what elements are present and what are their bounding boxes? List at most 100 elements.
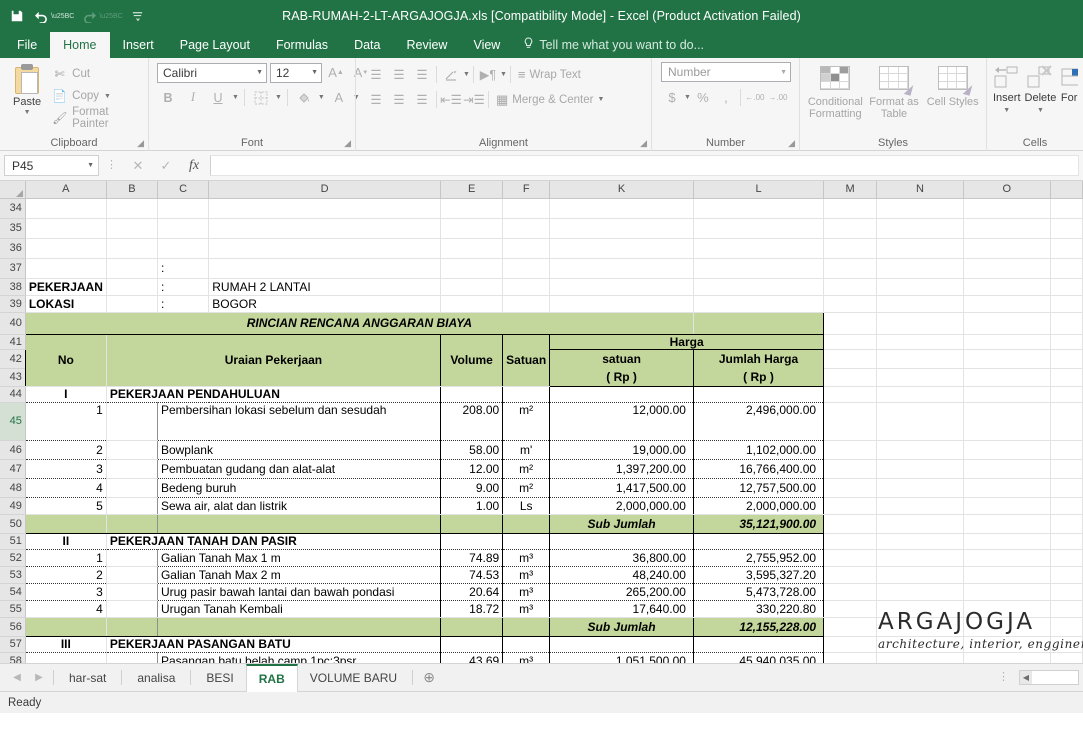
cell[interactable] [549, 258, 694, 279]
cell[interactable] [106, 278, 158, 296]
cell-header-harga[interactable]: Harga [549, 334, 825, 350]
cell[interactable] [876, 478, 964, 498]
select-all-corner[interactable] [0, 181, 26, 199]
enter-formula-icon[interactable]: ✓ [152, 158, 180, 174]
cell-item-volume[interactable]: 9.00 [440, 478, 504, 498]
cell-item-unit[interactable]: m² [502, 402, 551, 441]
underline-button[interactable]: U [207, 87, 229, 108]
increase-decimal-button[interactable]: ← .00 [744, 87, 766, 108]
cell-section-title[interactable]: PEKERJAAN PENDAHULUAN [106, 386, 442, 403]
cell[interactable] [1050, 312, 1083, 335]
cell[interactable] [823, 402, 878, 441]
cell[interactable] [106, 258, 158, 279]
cell[interactable] [963, 198, 1051, 219]
cell[interactable] [963, 368, 1051, 387]
cell[interactable] [1050, 258, 1083, 279]
cell-pekerjaan-label[interactable]: PEKERJAAN [25, 278, 107, 296]
cell[interactable] [963, 459, 1051, 479]
cell[interactable] [876, 402, 964, 441]
cell-section-title[interactable]: PEKERJAAN TANAH DAN PASIR [106, 533, 442, 550]
cell[interactable] [823, 238, 878, 259]
font-name-dropdown-icon[interactable]: ▼ [256, 69, 263, 76]
row-header-51[interactable]: 51 [0, 533, 26, 550]
cell[interactable] [1050, 459, 1083, 479]
cell[interactable] [502, 238, 551, 259]
cell[interactable] [549, 295, 694, 313]
cell-item-no[interactable] [24, 652, 107, 663]
currency-button[interactable]: $ [661, 87, 683, 108]
underline-dropdown-icon[interactable]: ▼ [232, 94, 239, 101]
cell-item-desc[interactable]: Galian Tanah Max 2 m [157, 566, 442, 584]
cell-item-total[interactable]: 330,220.80 [693, 600, 825, 618]
cell[interactable] [963, 238, 1051, 259]
format-as-table-button[interactable]: Format as Table [866, 62, 923, 120]
cell-item-volume[interactable]: 74.53 [440, 566, 504, 584]
cell[interactable] [876, 349, 964, 369]
cell-item-total[interactable]: 16,766,400.00 [693, 459, 825, 479]
cell[interactable] [1050, 218, 1083, 239]
cell[interactable] [876, 334, 964, 350]
cell[interactable] [1050, 533, 1083, 550]
format-painter-button[interactable]: 🖌 Format Painter [49, 106, 143, 130]
decrease-indent-icon[interactable]: ⇤☰ [440, 89, 462, 110]
cell-table-title[interactable]: RINCIAN RENCANA ANGGARAN BIAYA [24, 311, 694, 335]
cell[interactable] [823, 386, 878, 403]
merge-center-dropdown-icon[interactable]: ▼ [597, 96, 604, 103]
cell[interactable] [876, 238, 964, 259]
number-format-dropdown-icon[interactable]: ▼ [780, 69, 787, 76]
cell[interactable] [25, 198, 107, 219]
row-header-55[interactable]: 55 [0, 600, 26, 618]
cell-styles-button[interactable]: Cell Styles [924, 62, 981, 108]
tab-split-handle[interactable]: ⋮ [991, 672, 1016, 683]
insert-cells-dropdown-icon[interactable]: ▼ [1003, 105, 1010, 117]
cell-subtotal-pad[interactable] [24, 616, 107, 637]
cell[interactable] [440, 636, 504, 653]
sheet-tab-analisa[interactable]: analisa [125, 665, 187, 691]
cell[interactable] [25, 218, 107, 239]
cell-item-volume[interactable]: 208.00 [440, 402, 504, 441]
clipboard-dialog-launcher[interactable]: ◢ [137, 138, 144, 149]
align-bottom-icon[interactable]: ☰ [411, 64, 433, 85]
cell[interactable] [25, 258, 107, 279]
cell[interactable] [823, 652, 878, 663]
cell[interactable] [876, 497, 964, 515]
cell[interactable] [823, 295, 878, 313]
cell[interactable] [963, 258, 1051, 279]
ribbon-tab-formulas[interactable]: Formulas [263, 32, 341, 58]
cell[interactable] [963, 349, 1051, 369]
cell[interactable] [876, 440, 964, 460]
cell-item-total[interactable]: 12,757,500.00 [693, 478, 825, 498]
cell-header-jumlah-1[interactable]: Jumlah Harga [693, 349, 825, 368]
cell-item-price[interactable]: 2,000,000.00 [549, 497, 694, 515]
cell-item-unit[interactable]: m' [502, 440, 551, 460]
scroll-left-icon[interactable]: ◀ [1020, 671, 1032, 684]
cell-item-unit[interactable]: m³ [502, 549, 551, 567]
cell[interactable] [1050, 349, 1083, 369]
cell-item-no[interactable]: 3 [24, 583, 107, 601]
logo-email-link[interactable]: email : argajogjaconr@gmail.com [878, 661, 1083, 663]
cell-item-desc[interactable]: Urug pasir bawah lantai dan bawah pondas… [157, 583, 442, 601]
bold-button[interactable]: B [157, 87, 179, 108]
cell-item-desc[interactable]: Sewa air, alat dan listrik [157, 497, 442, 515]
delete-cells-dropdown-icon[interactable]: ▼ [1037, 105, 1044, 117]
cell[interactable] [440, 238, 504, 259]
cell-item-volume[interactable]: 58.00 [440, 440, 504, 460]
fill-color-icon[interactable] [293, 87, 315, 108]
cell-subtotal-pad[interactable] [502, 616, 551, 637]
row-header-54[interactable]: 54 [0, 583, 26, 601]
cell[interactable] [693, 278, 825, 296]
cell[interactable] [440, 258, 504, 279]
row-header-56[interactable]: 56 [0, 617, 26, 637]
cell-item-indent[interactable] [106, 566, 158, 584]
paste-button[interactable]: Paste ▼ [5, 62, 49, 116]
cell-item-desc[interactable]: Pasangan batu belah camp 1pc:3psr [157, 652, 442, 663]
percent-button[interactable]: % [692, 87, 714, 108]
cell[interactable] [1050, 295, 1083, 313]
cell[interactable] [1050, 478, 1083, 498]
cell-subtotal-pad[interactable] [440, 616, 504, 637]
cell-item-volume[interactable]: 12.00 [440, 459, 504, 479]
row-header-45[interactable]: 45 [0, 402, 26, 441]
formula-bar-handle[interactable]: ⋮ [99, 160, 124, 171]
cell[interactable] [1050, 278, 1083, 296]
cell[interactable] [440, 198, 504, 219]
